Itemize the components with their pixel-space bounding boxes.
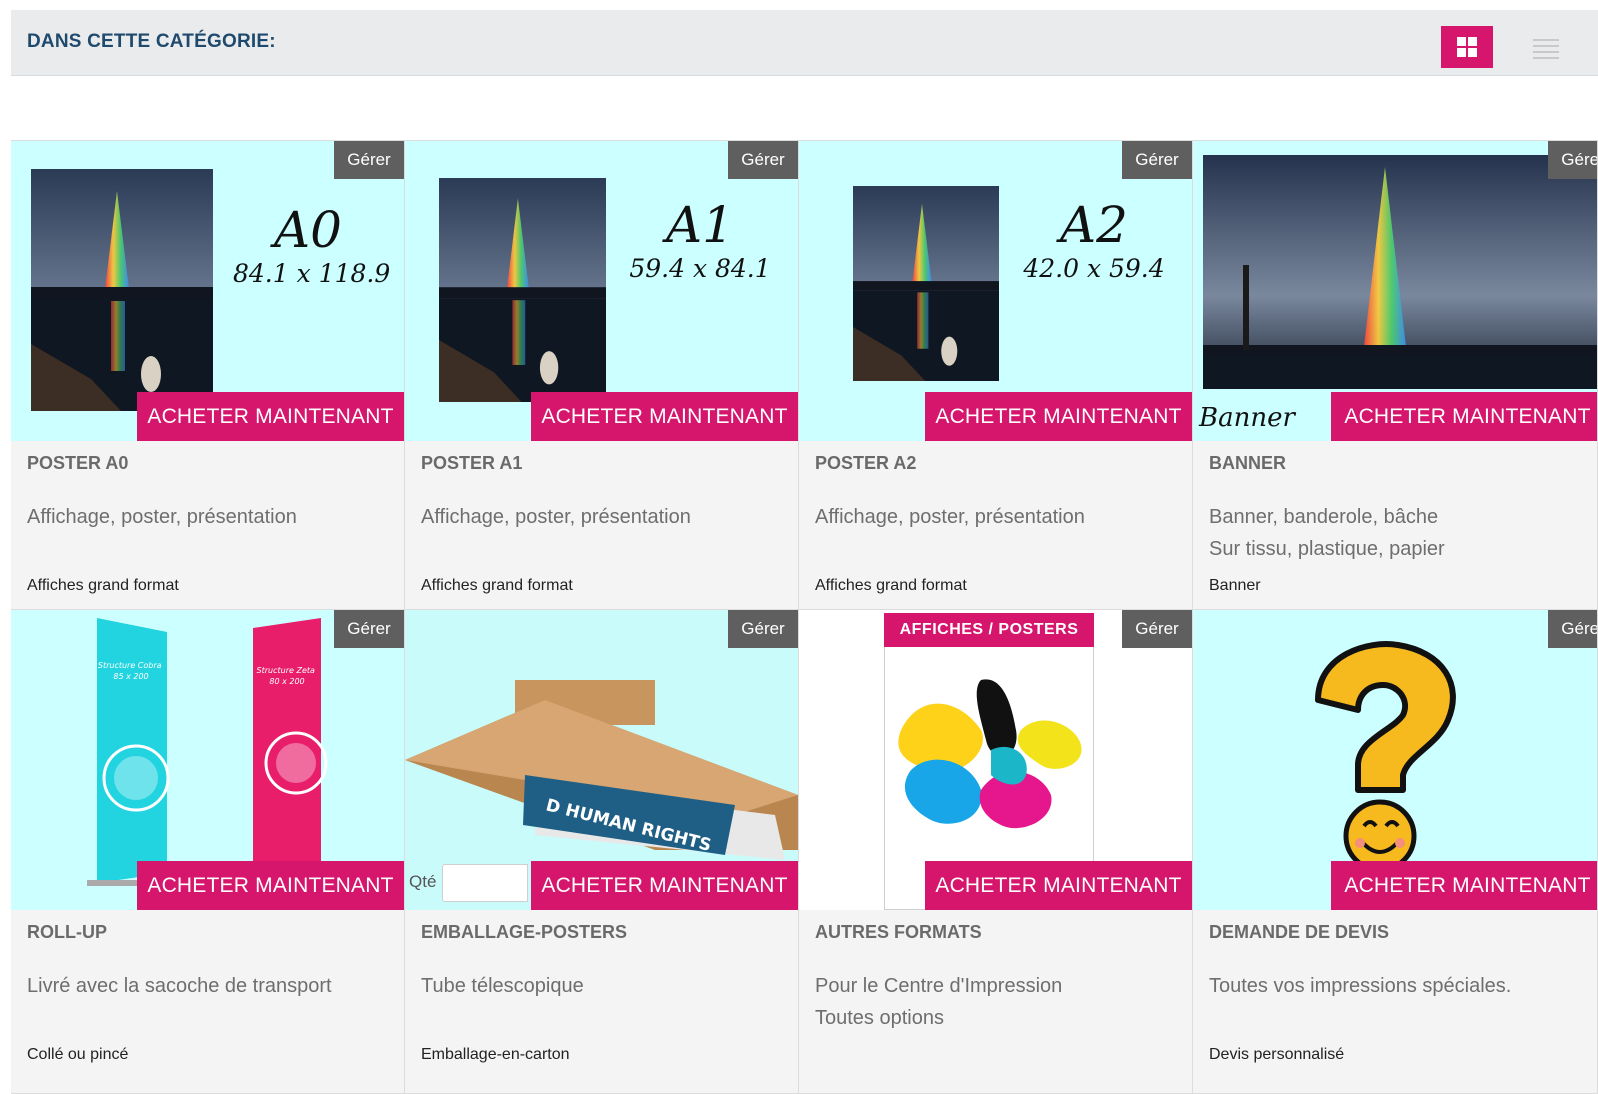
product-description: Toutes vos impressions spéciales. — [1209, 975, 1512, 997]
question-smiley-icon — [1315, 641, 1456, 870]
category-header: DANS CETTE CATÉGORIE: — [11, 10, 1598, 76]
affiches-posters-tab: AFFICHES / POSTERS — [884, 613, 1094, 647]
manage-button[interactable]: Gérer — [728, 610, 798, 648]
product-category[interactable]: Affiches grand format — [815, 577, 967, 595]
buy-now-button[interactable]: ACHETER MAINTENANT — [137, 861, 404, 910]
product-card-poster-a0: A0 84.1 x 118.9 Gérer ACHETER MAINTENANT… — [11, 141, 405, 610]
banner-label: Banner — [1199, 403, 1295, 433]
manage-button[interactable]: Gérer — [1548, 610, 1597, 648]
list-icon — [1533, 39, 1559, 59]
product-description: Affichage, poster, présentation — [815, 506, 1085, 528]
format-label: A1 — [666, 196, 734, 254]
rollup-right-label-line-2: 80 x 200 — [269, 677, 304, 686]
product-description: Banner, banderole, bâche Sur tissu, plas… — [1209, 506, 1445, 560]
grid-view-button[interactable] — [1441, 26, 1493, 68]
product-category[interactable]: Emballage-en-carton — [421, 1046, 570, 1064]
paint-splash-image — [898, 679, 1082, 829]
product-card-poster-a1: A1 59.4 x 84.1 Gérer ACHETER MAINTENANT … — [405, 141, 799, 610]
size-label: 59.4 x 84.1 — [629, 254, 771, 283]
product-category[interactable]: Affiches grand format — [27, 577, 179, 595]
product-card-poster-a2: A2 42.0 x 59.4 Gérer ACHETER MAINTENANT … — [799, 141, 1193, 610]
product-title[interactable]: POSTER A1 — [421, 453, 522, 474]
rollup-left-label-line-1: Structure Cobra — [98, 661, 162, 670]
buy-now-button[interactable]: ACHETER MAINTENANT — [1331, 861, 1597, 910]
rollup-right-label-line-1: Structure Zeta — [257, 666, 315, 675]
product-image[interactable]: D HUMAN RIGHTS Gérer Qté ACHETER MAINTEN… — [405, 610, 798, 910]
product-title[interactable]: ROLL-UP — [27, 922, 107, 943]
header-spacer — [11, 76, 1598, 141]
product-category[interactable]: Affiches grand format — [421, 577, 573, 595]
product-image[interactable]: A1 59.4 x 84.1 Gérer ACHETER MAINTENANT — [405, 141, 798, 441]
product-title[interactable]: BANNER — [1209, 453, 1286, 474]
manage-button[interactable]: Gérer — [1122, 141, 1192, 179]
fountain-photo — [31, 169, 213, 411]
product-title[interactable]: DEMANDE DE DEVIS — [1209, 922, 1389, 943]
manage-button[interactable]: Gérer — [1122, 610, 1192, 648]
product-title[interactable]: POSTER A0 — [27, 453, 128, 474]
format-label: A2 — [1060, 196, 1128, 254]
product-category[interactable]: Devis personnalisé — [1209, 1046, 1344, 1064]
product-description: Affichage, poster, présentation — [27, 506, 297, 528]
buy-now-button[interactable]: ACHETER MAINTENANT — [1331, 392, 1597, 441]
rollup-left-label-line-2: 85 x 200 — [113, 672, 148, 681]
product-image[interactable]: Banner Gérer ACHETER MAINTENANT — [1193, 141, 1597, 441]
product-title[interactable]: POSTER A2 — [815, 453, 916, 474]
buy-now-button[interactable]: ACHETER MAINTENANT — [925, 392, 1192, 441]
manage-button[interactable]: Gérer — [1548, 141, 1597, 179]
format-label: A0 — [274, 201, 342, 259]
fountain-photo — [439, 178, 606, 402]
list-view-button[interactable] — [1531, 33, 1561, 63]
product-description: Pour le Centre d'Impression Toutes optio… — [815, 975, 1063, 1029]
product-description: Livré avec la sacoche de transport — [27, 975, 332, 997]
product-image[interactable]: A2 42.0 x 59.4 Gérer ACHETER MAINTENANT — [799, 141, 1192, 441]
manage-button[interactable]: Gérer — [334, 610, 404, 648]
product-card-autres-formats: AFFICHES / POSTERS Gérer ACHETER MAINTEN… — [799, 610, 1193, 1094]
product-card-banner: Banner Gérer ACHETER MAINTENANT BANNER B… — [1193, 141, 1598, 610]
product-description: Tube télescopique — [421, 975, 584, 997]
product-grid: A0 84.1 x 118.9 Gérer ACHETER MAINTENANT… — [11, 141, 1598, 1094]
product-card-emballage-posters: D HUMAN RIGHTS Gérer Qté ACHETER MAINTEN… — [405, 610, 799, 1094]
fountain-photo — [853, 186, 999, 381]
product-image[interactable]: A0 84.1 x 118.9 Gérer ACHETER MAINTENANT — [11, 141, 404, 441]
product-title[interactable]: EMBALLAGE-POSTERS — [421, 922, 627, 943]
product-description: Affichage, poster, présentation — [421, 506, 691, 528]
product-card-roll-up: Structure Cobra 85 x 200 Structure Zeta … — [11, 610, 405, 1094]
product-image[interactable]: AFFICHES / POSTERS Gérer ACHETER MAINTEN… — [799, 610, 1192, 910]
buy-now-button[interactable]: ACHETER MAINTENANT — [137, 392, 404, 441]
buy-now-button[interactable]: ACHETER MAINTENANT — [531, 392, 798, 441]
product-category[interactable]: Banner — [1209, 577, 1261, 595]
fountain-photo — [1203, 155, 1597, 389]
buy-now-button[interactable]: ACHETER MAINTENANT — [925, 861, 1192, 910]
manage-button[interactable]: Gérer — [334, 141, 404, 179]
quantity-input[interactable] — [442, 864, 528, 902]
grid-icon — [1457, 37, 1477, 57]
product-image[interactable]: Gérer ACHETER MAINTENANT — [1193, 610, 1597, 910]
size-label: 84.1 x 118.9 — [233, 259, 391, 288]
quantity-label: Qté — [409, 872, 437, 891]
product-image[interactable]: Structure Cobra 85 x 200 Structure Zeta … — [11, 610, 404, 910]
product-card-demande-de-devis: Gérer ACHETER MAINTENANT DEMANDE DE DEVI… — [1193, 610, 1598, 1094]
product-category[interactable]: Collé ou pincé — [27, 1046, 128, 1064]
manage-button[interactable]: Gérer — [728, 141, 798, 179]
buy-now-button[interactable]: ACHETER MAINTENANT — [531, 861, 798, 910]
cardboard-tube-image: D HUMAN RIGHTS — [405, 680, 798, 860]
product-title[interactable]: AUTRES FORMATS — [815, 922, 982, 943]
size-label: 42.0 x 59.4 — [1023, 254, 1165, 283]
category-title: DANS CETTE CATÉGORIE: — [27, 31, 276, 52]
